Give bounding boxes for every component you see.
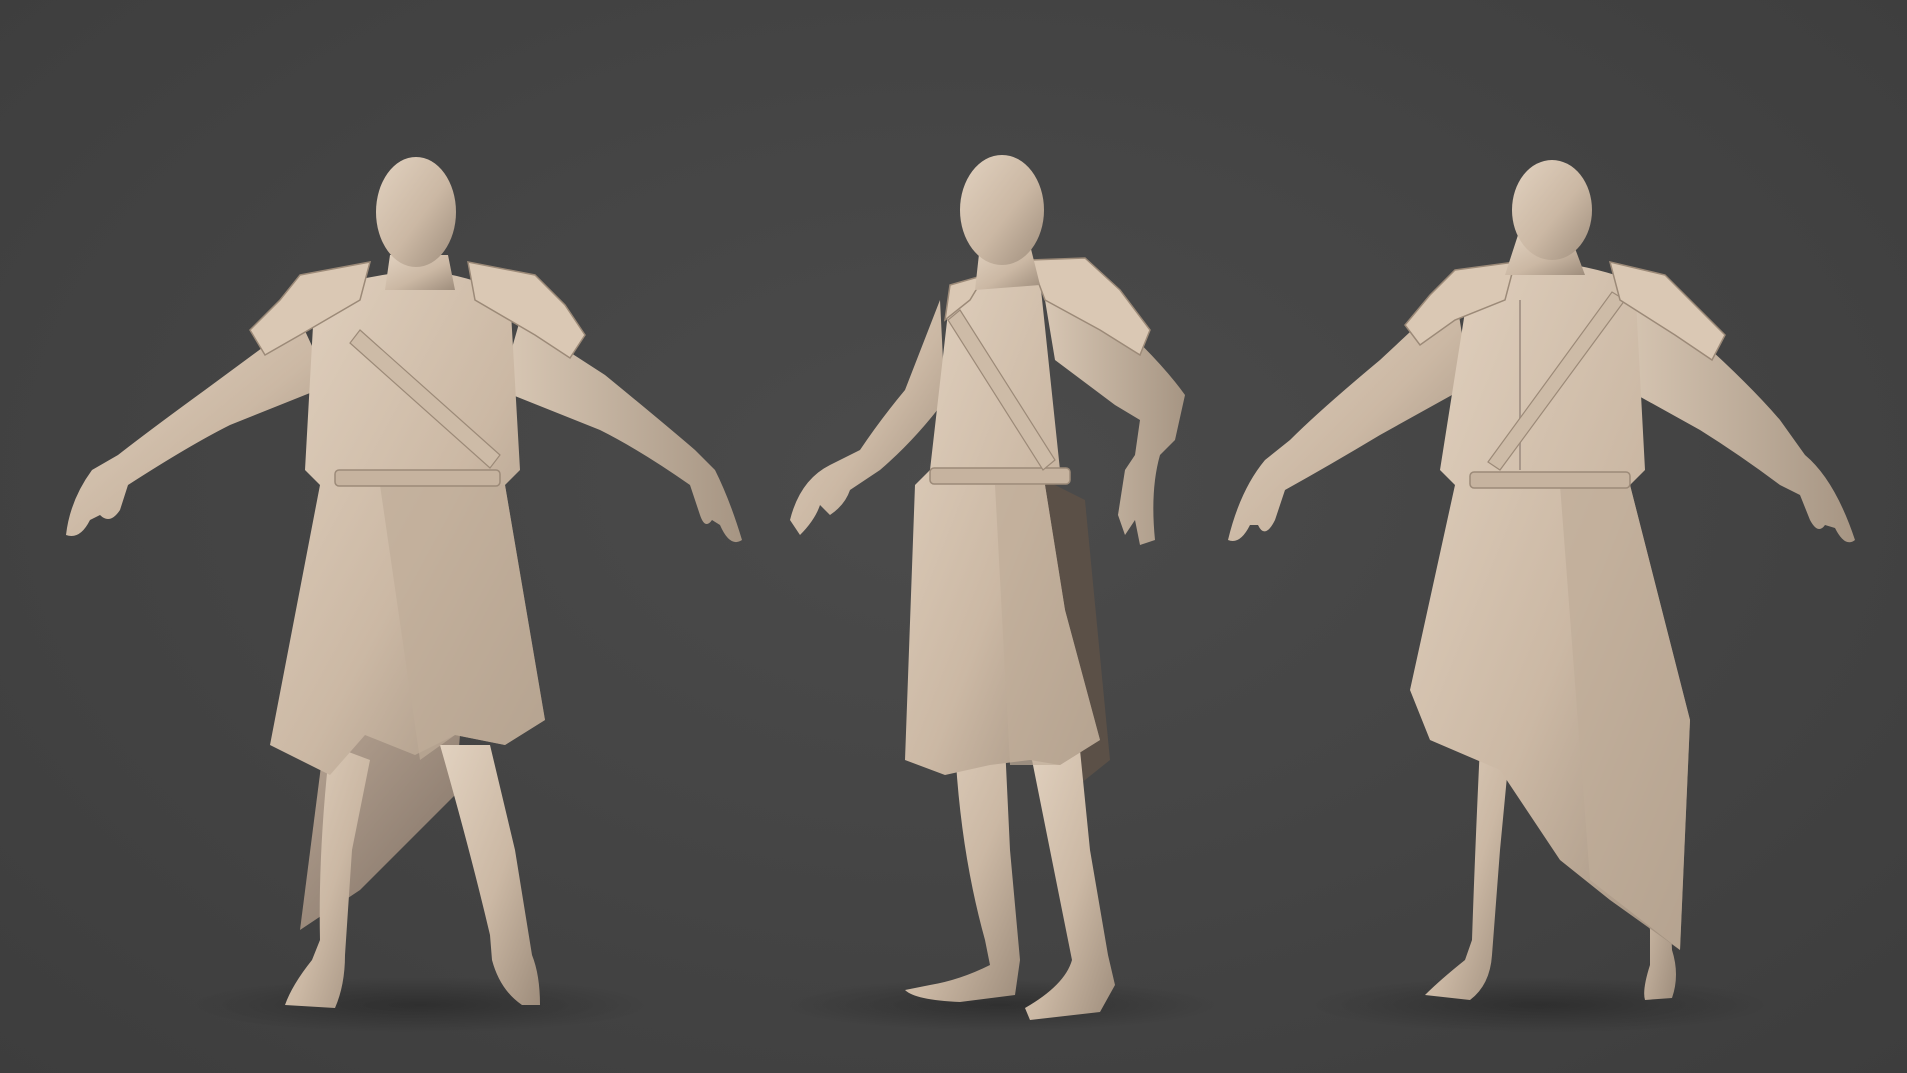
ground-shadow <box>1310 977 1770 1033</box>
ground-shadow <box>190 977 650 1033</box>
right-arm <box>1610 290 1855 543</box>
figure-front-view <box>66 157 742 1033</box>
coat-skirt-fold <box>1560 485 1690 950</box>
right-leg <box>440 745 540 1005</box>
right-arm <box>500 320 742 543</box>
figure-back-view <box>1228 160 1855 1033</box>
head <box>960 155 1044 265</box>
left-leg <box>1425 745 1510 1000</box>
belt <box>929 467 1071 485</box>
belt <box>1469 471 1631 489</box>
head <box>1512 160 1592 260</box>
render-canvas <box>66 155 1855 1033</box>
figure-three-quarter-view <box>780 155 1220 1031</box>
head <box>376 157 456 267</box>
belt <box>334 469 501 487</box>
render-viewport <box>0 0 1907 1073</box>
left-arm <box>66 320 330 536</box>
left-leg <box>905 745 1020 1002</box>
